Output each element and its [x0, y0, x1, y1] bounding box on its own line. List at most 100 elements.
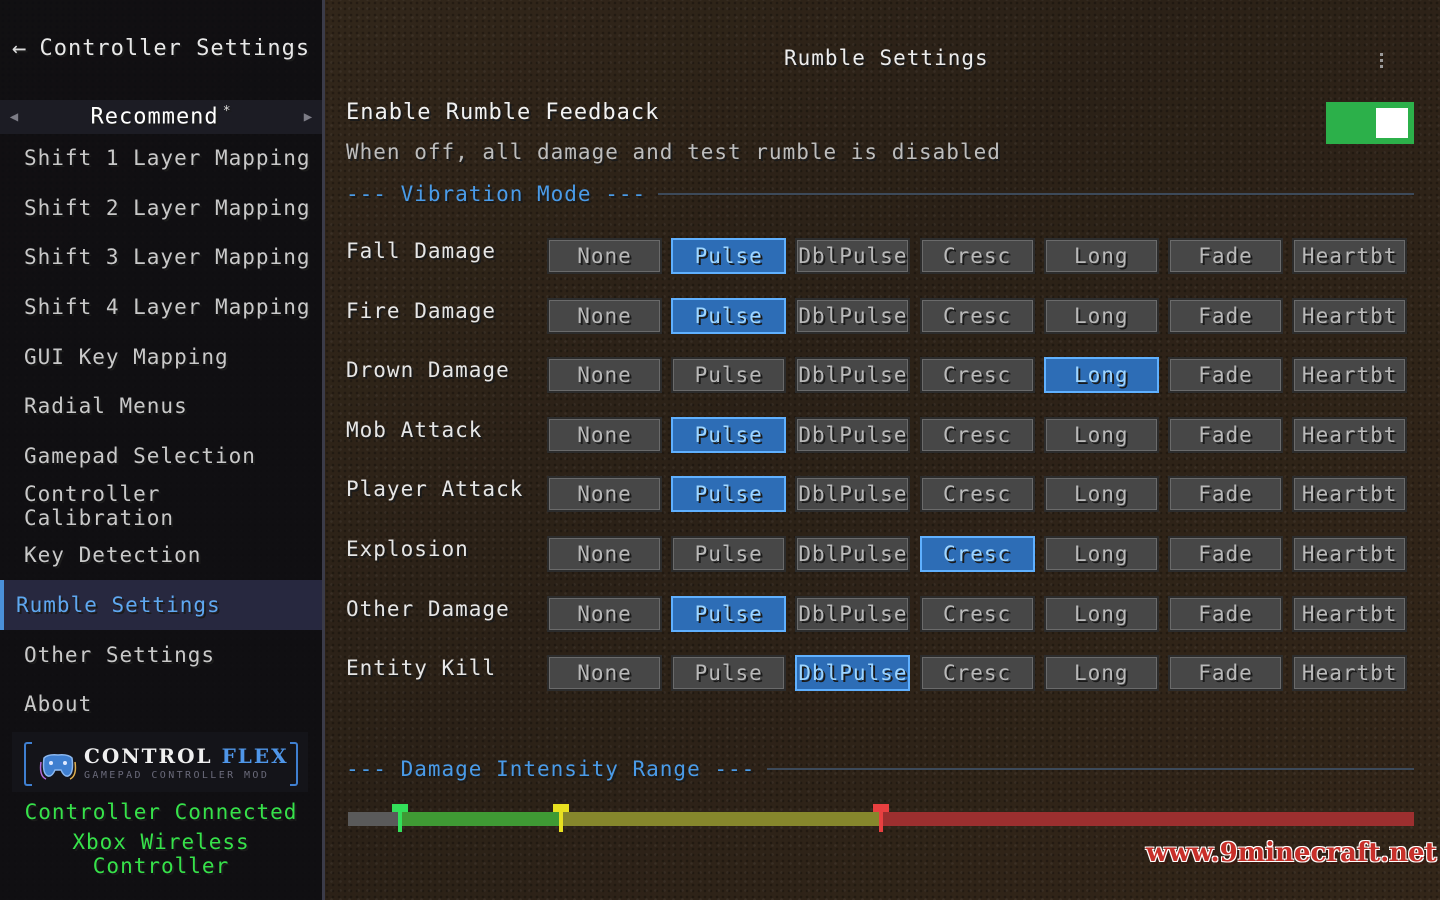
- mode-button-dblpulse[interactable]: DblPulse: [795, 297, 911, 334]
- sidebar-item-gamepad-selection[interactable]: Gamepad Selection: [0, 431, 322, 481]
- mode-button-dblpulse[interactable]: DblPulse: [795, 357, 911, 394]
- category-label: Recommend *: [90, 104, 232, 130]
- sidebar-item-shift-3-layer-mapping[interactable]: Shift 3 Layer Mapping: [0, 232, 322, 282]
- mode-button-pulse[interactable]: Pulse: [671, 238, 787, 274]
- section-divider: [767, 768, 1414, 770]
- intensity-handle-1[interactable]: [392, 804, 409, 832]
- sidebar-item-shift-1-layer-mapping[interactable]: Shift 1 Layer Mapping: [0, 133, 322, 183]
- category-marker: *: [222, 104, 232, 120]
- row-label-explosion: Explosion: [346, 537, 469, 561]
- mode-button-none[interactable]: None: [547, 476, 662, 513]
- mode-button-dblpulse[interactable]: DblPulse: [795, 416, 911, 453]
- mode-button-heartbt[interactable]: Heartbt: [1292, 476, 1408, 513]
- mode-button-cresc[interactable]: Cresc: [919, 595, 1035, 632]
- mode-button-heartbt[interactable]: Heartbt: [1292, 238, 1408, 274]
- mode-button-long[interactable]: Long: [1043, 297, 1159, 334]
- logo-bracket-right: [290, 742, 298, 786]
- mode-button-fade[interactable]: Fade: [1168, 238, 1283, 274]
- sidebar-item-other-settings[interactable]: Other Settings: [0, 630, 322, 680]
- mode-button-fade[interactable]: Fade: [1168, 357, 1283, 394]
- mode-button-long[interactable]: Long: [1043, 238, 1159, 274]
- mode-button-dblpulse[interactable]: DblPulse: [795, 595, 911, 632]
- mode-button-pulse[interactable]: Pulse: [671, 476, 787, 513]
- mode-button-none[interactable]: None: [547, 416, 662, 453]
- sidebar-item-about[interactable]: About: [0, 680, 322, 730]
- mode-button-dblpulse[interactable]: DblPulse: [795, 655, 911, 692]
- mode-button-pulse[interactable]: Pulse: [671, 595, 787, 632]
- mode-button-long[interactable]: Long: [1043, 416, 1159, 453]
- intensity-handle-3[interactable]: [873, 804, 889, 832]
- mode-button-cresc[interactable]: Cresc: [919, 238, 1035, 274]
- mode-button-fade[interactable]: Fade: [1168, 297, 1283, 334]
- row-label-mob-attack: Mob Attack: [346, 417, 483, 442]
- mode-button-heartbt[interactable]: Heartbt: [1292, 595, 1408, 632]
- intensity-handle-2[interactable]: [553, 804, 570, 832]
- mode-button-fade[interactable]: Fade: [1168, 655, 1283, 692]
- mode-button-fade[interactable]: Fade: [1168, 416, 1283, 453]
- row-label-drown-damage: Drown Damage: [346, 358, 510, 383]
- sidebar-item-key-detection[interactable]: Key Detection: [0, 531, 322, 581]
- mode-button-none[interactable]: None: [547, 357, 662, 394]
- mode-button-pulse[interactable]: Pulse: [671, 536, 787, 572]
- intensity-segment: [881, 812, 1414, 826]
- mode-button-fade[interactable]: Fade: [1168, 536, 1283, 572]
- sidebar-item-controller-calibration[interactable]: Controller Calibration: [0, 481, 322, 531]
- mode-button-fade[interactable]: Fade: [1168, 595, 1283, 632]
- sidebar: ← Controller Settings ◀ Recommend * ▶ Shi…: [0, 0, 325, 900]
- handle-stem: [398, 804, 403, 832]
- mode-button-long[interactable]: Long: [1043, 536, 1159, 572]
- sidebar-item-rumble-settings[interactable]: Rumble Settings: [0, 580, 322, 630]
- mode-button-cresc[interactable]: Cresc: [919, 476, 1035, 513]
- back-arrow-icon: ←: [12, 34, 28, 62]
- mode-button-heartbt[interactable]: Heartbt: [1292, 297, 1408, 334]
- mode-button-heartbt[interactable]: Heartbt: [1292, 416, 1408, 453]
- mode-button-cresc[interactable]: Cresc: [919, 297, 1035, 334]
- mode-button-none[interactable]: None: [547, 238, 662, 274]
- mode-button-none[interactable]: None: [547, 655, 662, 692]
- enable-rumble-toggle[interactable]: [1326, 102, 1414, 144]
- category-next-icon[interactable]: ▶: [294, 109, 322, 125]
- handle-stem: [559, 804, 564, 832]
- intensity-segment: [348, 812, 401, 826]
- mode-button-dblpulse[interactable]: DblPulse: [795, 238, 911, 274]
- mode-button-long[interactable]: Long: [1043, 357, 1159, 394]
- sidebar-item-radial-menus[interactable]: Radial Menus: [0, 381, 322, 431]
- intensity-segment: [400, 812, 562, 826]
- handle-stem: [879, 804, 883, 832]
- mode-button-cresc[interactable]: Cresc: [919, 357, 1035, 394]
- mode-button-fade[interactable]: Fade: [1168, 476, 1283, 513]
- back-button[interactable]: ← Controller Settings: [12, 30, 310, 66]
- section-title: --- Vibration Mode ---: [346, 182, 647, 206]
- sidebar-menu: Shift 1 Layer Mapping Shift 2 Layer Mappi…: [0, 133, 322, 729]
- vibration-mode-header: --- Vibration Mode ---: [346, 179, 1414, 209]
- category-prev-icon[interactable]: ◀: [0, 109, 28, 125]
- section-divider: [658, 193, 1414, 195]
- mode-button-cresc[interactable]: Cresc: [919, 655, 1035, 692]
- mode-button-cresc[interactable]: Cresc: [919, 416, 1035, 453]
- mode-button-none[interactable]: None: [547, 297, 662, 334]
- mode-button-heartbt[interactable]: Heartbt: [1292, 357, 1408, 394]
- sidebar-item-shift-4-layer-mapping[interactable]: Shift 4 Layer Mapping: [0, 282, 322, 332]
- mode-button-dblpulse[interactable]: DblPulse: [795, 476, 911, 513]
- mode-button-dblpulse[interactable]: DblPulse: [795, 536, 911, 572]
- mode-button-long[interactable]: Long: [1043, 476, 1159, 513]
- mode-button-heartbt[interactable]: Heartbt: [1292, 655, 1408, 692]
- mode-button-none[interactable]: None: [547, 536, 662, 572]
- logo-subtitle: GAMEPAD CONTROLLER MOD: [84, 770, 270, 781]
- mode-button-heartbt[interactable]: Heartbt: [1292, 536, 1408, 572]
- mode-button-pulse[interactable]: Pulse: [671, 357, 787, 394]
- row-label-entity-kill: Entity Kill: [346, 656, 497, 681]
- row-label-fall-damage: Fall Damage: [346, 239, 497, 263]
- damage-intensity-slider[interactable]: [348, 804, 1414, 832]
- more-options-icon[interactable]: [1374, 50, 1388, 76]
- mode-button-pulse[interactable]: Pulse: [671, 297, 787, 334]
- mode-button-none[interactable]: None: [547, 595, 662, 632]
- mode-button-long[interactable]: Long: [1043, 655, 1159, 692]
- category-selector: ◀ Recommend * ▶: [0, 100, 322, 134]
- mode-button-pulse[interactable]: Pulse: [671, 655, 787, 692]
- sidebar-item-shift-2-layer-mapping[interactable]: Shift 2 Layer Mapping: [0, 183, 322, 233]
- mode-button-pulse[interactable]: Pulse: [671, 416, 787, 453]
- mode-button-cresc[interactable]: Cresc: [919, 536, 1035, 572]
- mode-button-long[interactable]: Long: [1043, 595, 1159, 632]
- sidebar-item-gui-key-mapping[interactable]: GUI Key Mapping: [0, 332, 322, 382]
